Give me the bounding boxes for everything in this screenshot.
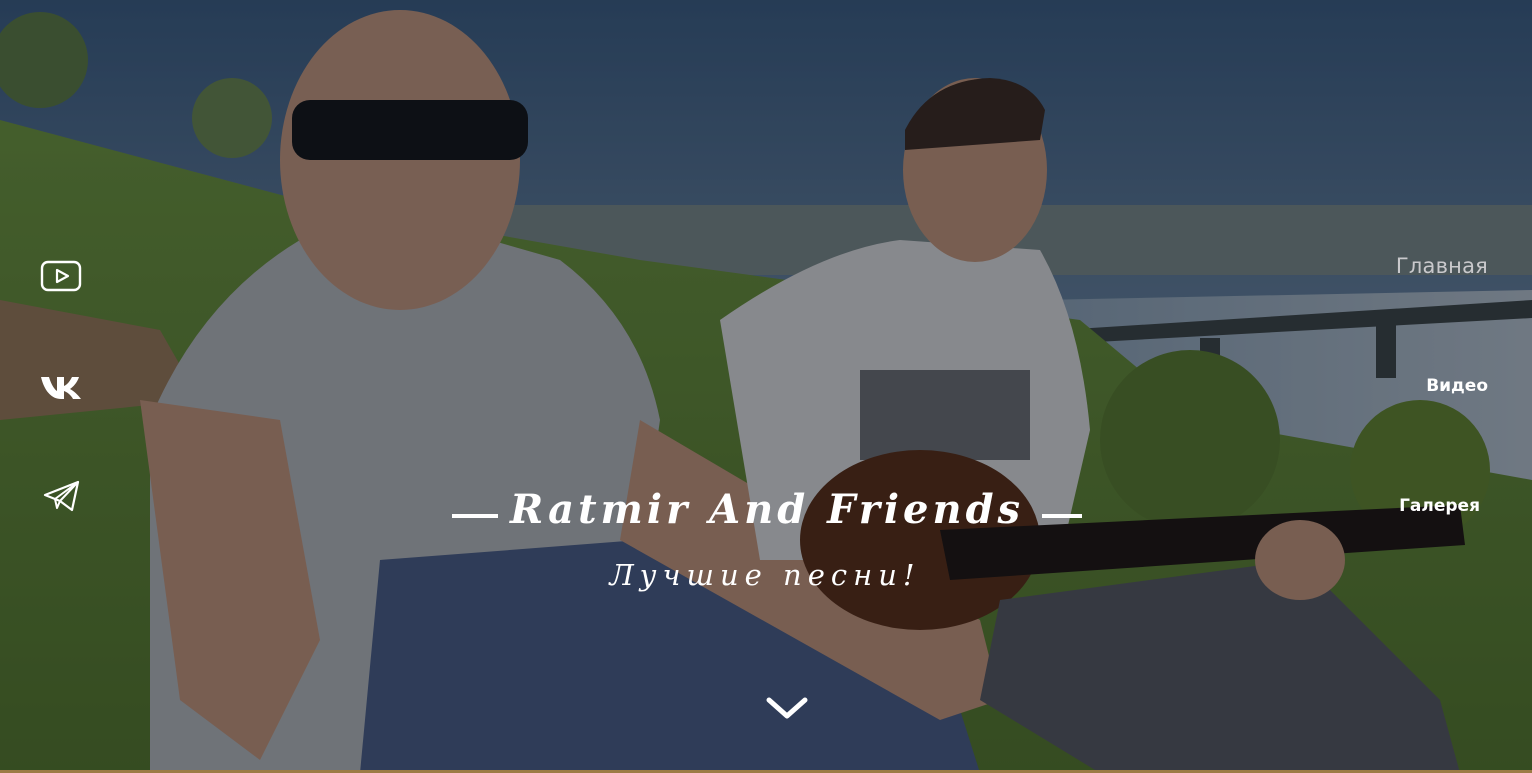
nav-item-video[interactable]: Видео xyxy=(1426,376,1488,396)
dark-overlay xyxy=(0,0,1532,773)
hero-title-block: Ratmir And Friends xyxy=(452,486,1082,546)
youtube-icon xyxy=(40,260,82,292)
youtube-link[interactable] xyxy=(40,258,84,294)
title-dash-right xyxy=(1042,514,1082,518)
chevron-down-icon xyxy=(766,697,808,719)
hero-title: Ratmir And Friends xyxy=(510,486,1025,533)
hero-section: Главная Видео Галерея Ratmir And Friends… xyxy=(0,0,1532,773)
title-dash-left xyxy=(452,514,498,518)
telegram-link[interactable] xyxy=(40,478,84,514)
hero-subtitle: Лучшие песни! xyxy=(609,558,921,592)
nav-item-gallery[interactable]: Галерея xyxy=(1399,496,1480,516)
scroll-down-button[interactable] xyxy=(765,694,809,724)
nav-item-home[interactable]: Главная xyxy=(1396,254,1488,278)
vk-link[interactable] xyxy=(40,368,84,404)
telegram-icon xyxy=(43,480,80,512)
vk-icon xyxy=(41,377,81,399)
